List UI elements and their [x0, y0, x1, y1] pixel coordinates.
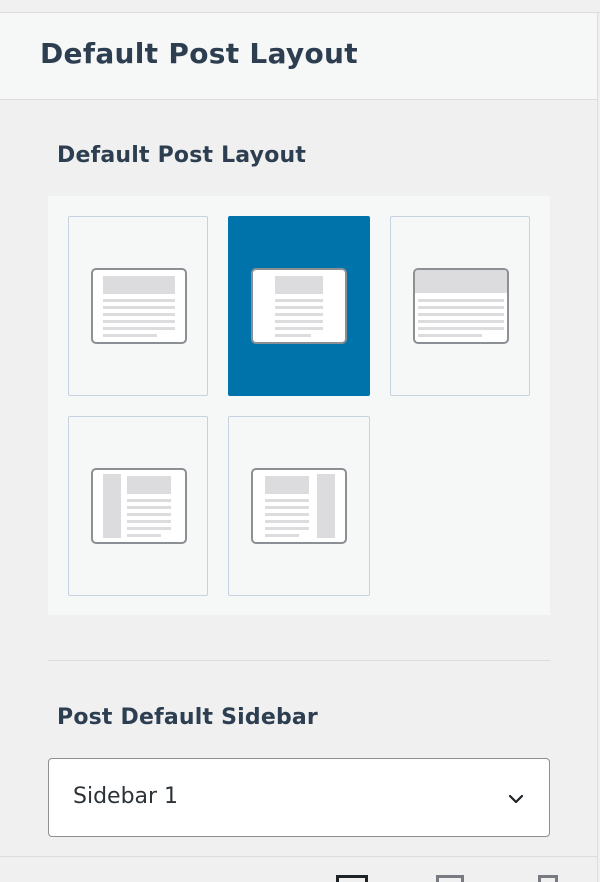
device-mobile-icon[interactable]	[538, 875, 558, 882]
layout-option-full-width-narrow[interactable]	[228, 216, 370, 396]
post-default-sidebar-label: Post Default Sidebar	[57, 705, 318, 730]
layout-left-sidebar-icon	[91, 468, 187, 544]
default-post-layout-label: Default Post Layout	[57, 143, 307, 168]
sidebar-select[interactable]: Sidebar 1	[48, 758, 550, 837]
chevron-down-icon	[508, 794, 524, 804]
panel-right-border	[597, 100, 598, 882]
layout-right-sidebar-icon	[251, 468, 347, 544]
layout-full-width-header-icon	[413, 268, 509, 344]
device-tablet-icon[interactable]	[436, 875, 464, 882]
layout-option-right-sidebar[interactable]	[228, 416, 370, 596]
layout-option-full-width-header[interactable]	[390, 216, 530, 396]
bottom-separator	[0, 856, 598, 857]
section-divider	[48, 660, 550, 661]
layout-full-width-wide-icon	[91, 268, 187, 344]
panel-header: Default Post Layout	[0, 13, 598, 100]
layout-option-left-sidebar[interactable]	[68, 416, 208, 596]
layout-options-grid	[48, 196, 550, 615]
panel-title: Default Post Layout	[40, 37, 358, 70]
layout-option-full-width-wide[interactable]	[68, 216, 208, 396]
sidebar-select-value: Sidebar 1	[73, 784, 179, 809]
device-desktop-icon[interactable]	[336, 875, 368, 882]
layout-full-width-narrow-icon	[251, 268, 347, 344]
top-strip	[0, 0, 600, 13]
